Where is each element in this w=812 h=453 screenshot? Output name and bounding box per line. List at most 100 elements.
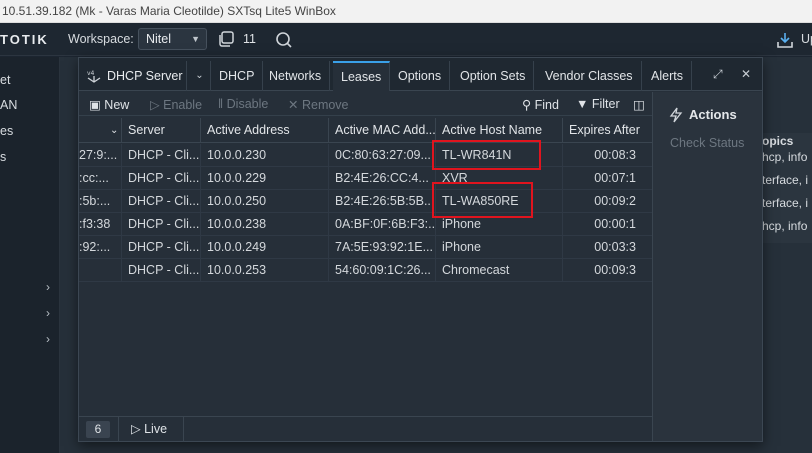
close-icon[interactable]: ✕ (741, 67, 751, 81)
cell: 00:03:3 (594, 240, 636, 254)
leases-table: ⌄ Server Active Address Active MAC Add..… (79, 118, 652, 416)
dhcp-server-window: v4 DHCP Server ⌄ DHCP Networks Leases Op… (78, 57, 763, 442)
search-icon[interactable] (275, 31, 292, 48)
chevron-right-icon[interactable]: › (46, 280, 50, 294)
svg-text:v4: v4 (87, 70, 95, 77)
left-sidebar: et AN es s › › › (0, 57, 60, 453)
filter-label: Filter (591, 97, 620, 111)
cell: 00:09:3 (594, 263, 636, 277)
restore-icon[interactable]: ⤢ (713, 67, 723, 82)
cell: :cc:... (79, 167, 122, 190)
cell: DHCP - Cli... (122, 259, 201, 282)
chevron-down-icon: ⌄ (110, 125, 119, 136)
panel-toggle-icon[interactable]: ◫ (633, 97, 645, 112)
cell: DHCP - Cli... (122, 167, 201, 190)
cell: 00:00:1 (594, 217, 636, 231)
item-count-badge: 6 (86, 421, 110, 438)
search-icon: ⚲ (522, 98, 532, 112)
cell: 10.0.0.250 (201, 190, 329, 213)
table-row[interactable]: :5b:... DHCP - Cli... 10.0.0.250 B2:4E:2… (79, 190, 652, 213)
cell: 54:60:09:1C:26... (329, 259, 436, 282)
log-line: hcp, info (762, 219, 808, 233)
divider (183, 417, 184, 442)
update-label: Up (801, 32, 812, 46)
column-header-active-address[interactable]: Active Address (201, 118, 329, 143)
window-title: v4 DHCP Server (79, 61, 187, 91)
live-label: Live (144, 422, 168, 436)
sidebar-item[interactable]: AN (0, 98, 17, 112)
status-bar: 6 ▷ Live (79, 416, 652, 442)
play-icon: ▷ (131, 422, 141, 436)
window-count: 11 (243, 32, 256, 46)
tab-vendor-classes[interactable]: Vendor Classes (537, 61, 642, 91)
live-toggle[interactable]: ▷ Live (131, 421, 167, 436)
dhcp-icon: v4 (87, 70, 101, 83)
table-row[interactable]: 27:9:... DHCP - Cli... 10.0.0.230 0C:80:… (79, 144, 652, 167)
enable-label: Enable (163, 98, 203, 112)
cell: DHCP - Cli... (122, 190, 201, 213)
table-row[interactable]: :92:... DHCP - Cli... 10.0.0.249 7A:5E:9… (79, 236, 652, 259)
app-topbar: TOTIK Workspace: Nitel ▼ 11 Up (0, 23, 812, 56)
add-icon: ▣ (89, 98, 101, 112)
log-line: terface, i (762, 196, 809, 210)
brand-logo-text: TOTIK (0, 32, 49, 47)
background-log-pane: opics hcp, info terface, i terface, i hc… (762, 133, 812, 243)
cell: 10.0.0.229 (201, 167, 329, 190)
window-title-text: DHCP Server (107, 69, 183, 83)
workspace-select[interactable]: Nitel ▼ (138, 28, 207, 50)
tab-option-sets[interactable]: Option Sets (452, 61, 535, 91)
log-line: terface, i (762, 173, 809, 187)
column-header-expires[interactable]: Expires After (563, 118, 652, 143)
cell: B2:4E:26:5B:5B... (329, 190, 436, 213)
find-button[interactable]: ⚲ Find (522, 97, 559, 112)
cell: 10.0.0.230 (201, 144, 329, 167)
title-dropdown-button[interactable]: ⌄ (189, 61, 211, 91)
column-header-server[interactable]: Server (122, 118, 201, 143)
cell: 0A:BF:0F:6B:F3:... (329, 213, 436, 236)
lightning-icon (669, 107, 683, 123)
disable-button[interactable]: ‖ Disable (218, 97, 268, 111)
cell: 27:9:... (79, 144, 122, 167)
log-line: hcp, info (762, 150, 808, 164)
play-icon: ▷ (150, 98, 160, 112)
os-window-title: 10.51.39.182 (Mk - Varas Maria Cleotilde… (0, 0, 812, 23)
actions-pane: Actions Check Status (652, 92, 762, 441)
tab-options[interactable]: Options (390, 61, 451, 91)
pause-icon: ‖ (218, 97, 224, 111)
table-row[interactable]: :f3:38 DHCP - Cli... 10.0.0.238 0A:BF:0F… (79, 213, 652, 236)
tab-alerts[interactable]: Alerts (643, 61, 692, 91)
cell: iPhone (436, 236, 563, 259)
filter-button[interactable]: ▼ Filter (576, 97, 620, 111)
remove-button[interactable]: ✕ Remove (288, 97, 349, 112)
table-row[interactable]: :cc:... DHCP - Cli... 10.0.0.229 B2:4E:2… (79, 167, 652, 190)
windows-icon[interactable] (218, 31, 234, 47)
cell: DHCP - Cli... (122, 213, 201, 236)
cell: 10.0.0.253 (201, 259, 329, 282)
highlight-box (432, 182, 533, 218)
tab-dhcp[interactable]: DHCP (211, 61, 264, 91)
column-header-expand[interactable]: ⌄ (79, 118, 122, 143)
cell: 00:09:2 (594, 194, 636, 208)
sidebar-item[interactable]: s (0, 150, 6, 164)
tab-leases[interactable]: Leases (333, 61, 391, 91)
workspace-label: Workspace: (68, 32, 134, 46)
chevron-right-icon[interactable]: › (46, 306, 50, 320)
column-header-active-mac[interactable]: Active MAC Add... (329, 118, 436, 143)
chevron-right-icon[interactable]: › (46, 332, 50, 346)
cell (79, 259, 122, 282)
table-row[interactable]: DHCP - Cli... 10.0.0.253 54:60:09:1C:26.… (79, 259, 652, 282)
cell: :5b:... (79, 190, 122, 213)
cell: 10.0.0.238 (201, 213, 329, 236)
download-icon (777, 33, 793, 48)
table-header: ⌄ Server Active Address Active MAC Add..… (79, 118, 652, 143)
cell: 00:07:1 (594, 171, 636, 185)
cell: DHCP - Cli... (122, 236, 201, 259)
sidebar-item[interactable]: et (0, 73, 10, 87)
sidebar-item[interactable]: es (0, 124, 13, 138)
tab-networks[interactable]: Networks (261, 61, 331, 91)
new-button[interactable]: ▣ New (89, 97, 129, 112)
log-column-header: opics (762, 134, 794, 148)
enable-button[interactable]: ▷ Enable (150, 97, 202, 112)
filter-icon: ▼ (576, 97, 589, 111)
check-status-action[interactable]: Check Status (670, 136, 744, 150)
